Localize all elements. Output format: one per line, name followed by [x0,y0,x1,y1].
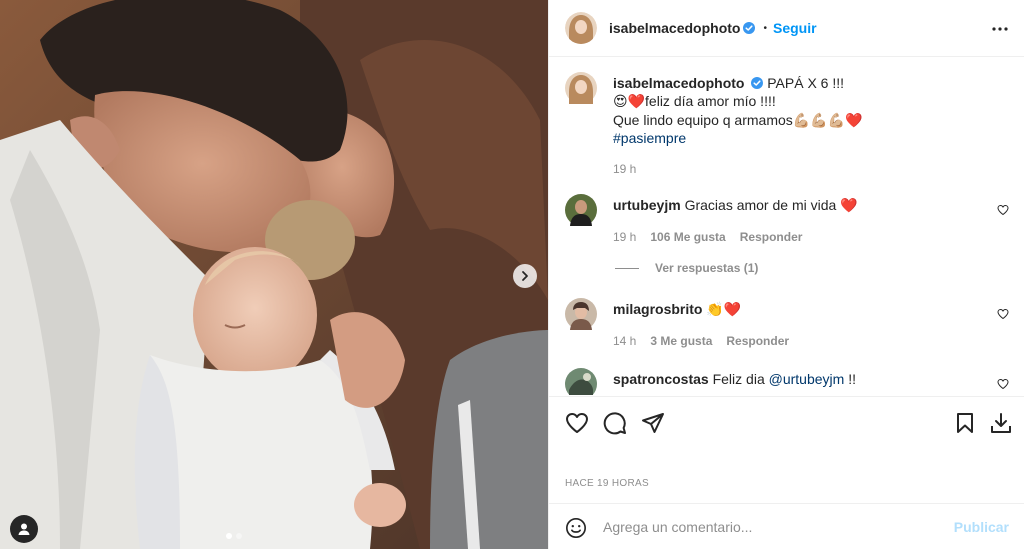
comment-mention[interactable]: @urtubeyjm [769,371,845,387]
caption-line-3: Que lindo equipo q armamos💪🏼💪🏼💪🏼❤️ [613,111,863,128]
download-icon[interactable] [989,411,1013,435]
view-replies-label: Ver respuestas (1) [655,261,759,275]
comment-time[interactable]: 19 h [613,230,636,244]
next-photo-button[interactable] [513,264,537,288]
comment-input[interactable] [603,514,933,540]
comment-body: urtubeyjm Gracias amor de mi vida ❤️ [613,196,973,214]
comment-username[interactable]: urtubeyjm [613,197,681,213]
comment-text: Feliz dia [712,371,769,387]
post-panel: isabelmacedophoto • Seguir isabelmacedop… [548,0,1024,549]
caption-time[interactable]: 19 h [613,160,1003,178]
commenter-avatar[interactable] [565,194,597,226]
post-media[interactable] [0,0,548,549]
caption-hashtag[interactable]: #pasiempre [613,129,1003,147]
author-username[interactable]: isabelmacedophoto [609,20,740,36]
heart-icon[interactable] [997,308,1009,320]
verified-badge-icon [751,77,764,89]
heart-icon[interactable] [565,411,589,435]
caption-line-2: 😍❤️feliz día amor mío !!!! [613,93,776,110]
follow-button[interactable]: Seguir [773,20,817,36]
replies-divider [615,267,639,269]
comment-body: milagrosbrito 👏❤️ [613,300,973,318]
tagged-users-button[interactable] [10,515,38,543]
author-avatar[interactable] [565,12,597,44]
reply-button[interactable]: Responder [726,334,789,348]
comment-body: spatroncostas Feliz dia @urtubeyjm !! [613,370,973,388]
verified-badge-icon [743,22,756,34]
comment-username[interactable]: milagrosbrito [613,301,702,317]
comment-likes[interactable]: 106 Me gusta [650,230,725,244]
heart-icon[interactable] [997,378,1009,390]
send-icon[interactable] [641,411,665,435]
carousel-dot [236,533,242,539]
post-header: isabelmacedophoto • Seguir [549,0,1024,57]
comment-item: milagrosbrito 👏❤️ 14 h 3 Me gusta Respon… [565,298,1009,358]
comment-meta: 19 h 106 Me gusta Responder [613,230,802,244]
comment-meta: 14 h 3 Me gusta Responder [613,334,789,348]
comment-username[interactable]: spatroncostas [613,371,709,387]
comment-text: 👏❤️ [706,301,742,317]
comment-likes[interactable]: 3 Me gusta [650,334,712,348]
comments-list[interactable]: isabelmacedophoto PAPÁ X 6 !!! 😍❤️feliz … [549,58,1024,395]
carousel-dot [226,533,232,539]
post-dialog: isabelmacedophoto • Seguir isabelmacedop… [0,0,1024,549]
caption-avatar[interactable] [565,72,597,107]
comment-text: Gracias amor de mi vida ❤️ [684,197,858,213]
comment-text-end: !! [844,371,856,387]
comment-time[interactable]: 14 h [613,334,636,348]
chevron-right-icon [522,271,528,281]
bookmark-icon[interactable] [953,411,977,435]
post-timestamp[interactable]: HACE 19 HORAS [565,478,649,489]
reply-button[interactable]: Responder [740,230,803,244]
comment-item: spatroncostas Feliz dia @urtubeyjm !! [565,368,1009,395]
carousel-dots [226,533,242,539]
header-separator: • [763,22,767,34]
emoji-icon[interactable] [565,517,587,539]
caption-line-1: PAPÁ X 6 !!! [767,75,845,91]
comment-icon[interactable] [603,411,627,435]
publish-button[interactable]: Publicar [954,519,1009,535]
action-bar [549,396,1024,450]
more-options-icon[interactable] [991,20,1009,38]
caption-username[interactable]: isabelmacedophoto [613,75,744,91]
comment-item: urtubeyjm Gracias amor de mi vida ❤️ 19 … [565,194,1009,254]
caption: isabelmacedophoto PAPÁ X 6 !!! 😍❤️feliz … [613,74,1003,178]
user-tag-icon [18,523,30,535]
commenter-avatar[interactable] [565,298,597,330]
add-comment-bar: Publicar [549,503,1024,549]
heart-icon[interactable] [997,204,1009,216]
view-replies-button[interactable]: Ver respuestas (1) [615,261,758,275]
post-photo [0,0,548,549]
commenter-avatar[interactable] [565,368,597,395]
